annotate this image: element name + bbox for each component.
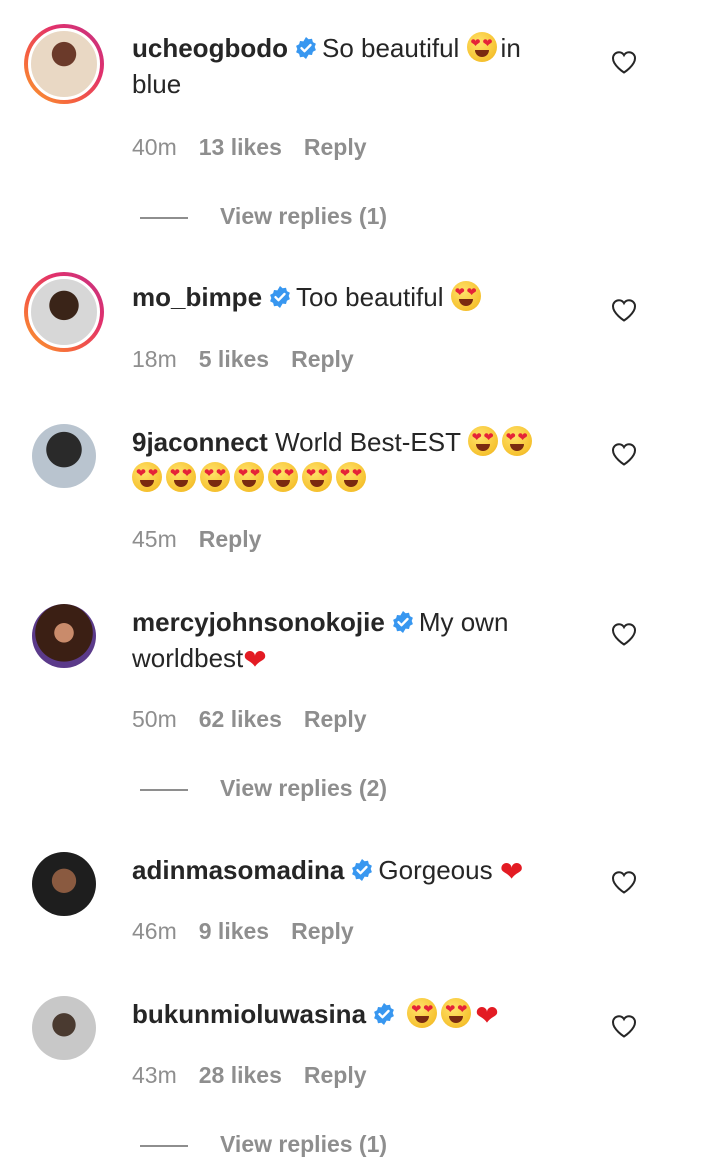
verified-badge-icon (372, 1002, 396, 1026)
likes-count[interactable]: 13 likes (199, 134, 282, 160)
comment-text: adinmasomadina Gorgeous ❤ (132, 855, 524, 887)
username[interactable]: ucheogbodo (132, 33, 288, 63)
comment-text: mercyjohnsonokojie My own worldbest❤ (132, 607, 509, 675)
verified-badge-icon (268, 285, 292, 309)
avatar[interactable] (32, 424, 96, 488)
like-heart-icon[interactable] (610, 1012, 638, 1040)
avatar[interactable] (32, 996, 96, 1060)
timestamp: 40m (132, 134, 177, 160)
like-heart-icon[interactable] (610, 868, 638, 896)
comment-meta: 50m 62 likes Reply (132, 706, 389, 733)
heart-eyes-emoji-icon (501, 426, 532, 456)
comment-ucheogbodo: ucheogbodoSo beautiful in blue 40m 13 lik… (0, 0, 720, 250)
timestamp: 50m (132, 706, 177, 732)
comment-adinmasomadina: adinmasomadina Gorgeous ❤ 46m 9 likes Reply (0, 844, 720, 974)
comment-meta: 46m 9 likes Reply (132, 918, 376, 945)
timestamp: 46m (132, 918, 177, 944)
heart-eyes-emoji-icon (132, 462, 162, 492)
like-heart-icon[interactable] (610, 296, 638, 324)
comment-meta: 45m Reply (132, 526, 283, 553)
reply-button[interactable]: Reply (304, 706, 367, 732)
like-heart-icon[interactable] (610, 48, 638, 76)
reply-button[interactable]: Reply (291, 918, 354, 944)
timestamp: 45m (132, 526, 177, 552)
heart-eyes-emoji-icon (302, 462, 332, 492)
replies-divider (140, 788, 188, 791)
avatar[interactable] (24, 272, 104, 352)
view-replies-button[interactable]: View replies (1) (140, 203, 387, 230)
likes-count[interactable]: 5 likes (199, 346, 269, 372)
heart-eyes-emoji-icon (200, 462, 230, 492)
view-replies-button[interactable]: View replies (2) (140, 775, 387, 802)
heart-eyes-emoji-icon (268, 462, 298, 492)
view-replies-button[interactable]: View replies (1) (140, 1131, 387, 1158)
timestamp: 18m (132, 346, 177, 372)
heart-eyes-emoji-icon (336, 462, 366, 492)
likes-count[interactable]: 9 likes (199, 918, 269, 944)
reply-button[interactable]: Reply (304, 1062, 367, 1088)
heart-eyes-emoji-icon (467, 426, 498, 456)
heart-eyes-emoji-icon (234, 462, 264, 492)
username[interactable]: mo_bimpe (132, 282, 262, 312)
comment-text: ucheogbodoSo beautiful in blue (132, 30, 562, 102)
reply-button[interactable]: Reply (304, 134, 367, 160)
comment-mercyjohnsonokojie: mercyjohnsonokojie My own worldbest❤ 50m 6… (0, 596, 720, 826)
replies-divider (140, 1144, 188, 1147)
heart-eyes-emoji-icon (441, 998, 472, 1028)
heart-eyes-emoji-icon (407, 998, 438, 1028)
username[interactable]: 9jaconnect (132, 427, 268, 457)
comment-meta: 18m 5 likes Reply (132, 346, 376, 373)
verified-badge-icon (391, 610, 415, 634)
red-heart-emoji-icon: ❤ (499, 856, 524, 887)
comment-mo-bimpe: mo_bimpeToo beautiful 18m 5 likes Reply (0, 270, 720, 400)
like-heart-icon[interactable] (610, 440, 638, 468)
heart-eyes-emoji-icon (466, 32, 497, 62)
heart-eyes-emoji-icon (450, 281, 481, 311)
replies-divider (140, 216, 188, 219)
comment-meta: 43m 28 likes Reply (132, 1062, 389, 1089)
verified-badge-icon (350, 858, 374, 882)
comment-text: bukunmioluwasina ❤ (132, 996, 562, 1034)
avatar[interactable] (32, 604, 96, 668)
red-heart-emoji-icon: ❤ (475, 1000, 499, 1031)
username[interactable]: bukunmioluwasina (132, 999, 366, 1029)
verified-badge-icon (294, 36, 318, 60)
like-heart-icon[interactable] (610, 620, 638, 648)
username[interactable]: mercyjohnsonokojie (132, 607, 385, 637)
likes-count[interactable]: 62 likes (199, 706, 282, 732)
heart-eyes-emoji-icon (166, 462, 196, 492)
comment-bukunmioluwasina: bukunmioluwasina ❤ 43m 28 likes Reply View… (0, 988, 720, 1157)
comment-text: 9jaconnect World Best-EST (132, 424, 562, 496)
username[interactable]: adinmasomadina (132, 855, 344, 885)
avatar[interactable] (24, 24, 104, 104)
likes-count[interactable]: 28 likes (199, 1062, 282, 1088)
avatar[interactable] (32, 852, 96, 916)
comment-text: mo_bimpe Too beautiful (132, 279, 562, 315)
reply-button[interactable]: Reply (199, 526, 262, 552)
red-heart-emoji-icon: ❤ (243, 644, 267, 675)
comment-meta: 40m 13 likes Reply (132, 134, 389, 161)
timestamp: 43m (132, 1062, 177, 1088)
comment-9jaconnect: 9jaconnect World Best-EST 45m Reply (0, 416, 720, 576)
reply-button[interactable]: Reply (291, 346, 354, 372)
